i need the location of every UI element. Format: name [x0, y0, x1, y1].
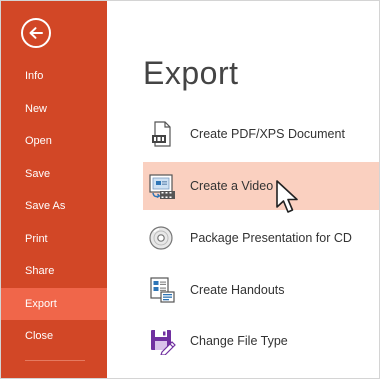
sidebar-item-close[interactable]: Close — [1, 320, 107, 352]
create-handouts-option[interactable]: Create Handouts — [143, 266, 379, 314]
video-icon — [149, 174, 175, 199]
sidebar-item-print[interactable]: Print — [1, 223, 107, 255]
sidebar-item-save-as[interactable]: Save As — [1, 190, 107, 222]
package-presentation-cd-option[interactable]: Package Presentation for CD — [143, 214, 379, 262]
handouts-icon — [150, 277, 175, 303]
create-video-option[interactable]: Create a Video — [143, 162, 379, 210]
pdf-document-icon — [152, 121, 171, 147]
file-type-icon — [151, 330, 176, 355]
option-label: Package Presentation for CD — [190, 231, 352, 245]
create-pdf-xps-option[interactable]: Create PDF/XPS Document — [143, 110, 379, 158]
cd-icon — [149, 226, 173, 250]
sidebar-item-share[interactable]: Share — [1, 255, 107, 287]
back-arrow-icon — [29, 27, 43, 39]
change-file-type-option[interactable]: Change File Type — [143, 317, 379, 365]
page-title: Export — [143, 55, 239, 91]
mouse-pointer-icon — [276, 180, 298, 213]
sidebar-item-save[interactable]: Save — [1, 158, 107, 190]
sidebar-item-info[interactable]: Info — [1, 60, 107, 92]
option-label: Change File Type — [190, 334, 288, 348]
option-label: Create Handouts — [190, 283, 285, 297]
back-button[interactable] — [21, 18, 51, 48]
backstage-window: Info New Open Save Save As Print Share E… — [0, 0, 380, 379]
sidebar-divider — [25, 360, 85, 361]
backstage-sidebar: Info New Open Save Save As Print Share E… — [1, 1, 107, 378]
sidebar-item-new[interactable]: New — [1, 93, 107, 125]
sidebar-item-open[interactable]: Open — [1, 125, 107, 157]
option-label: Create a Video — [190, 179, 274, 193]
option-label: Create PDF/XPS Document — [190, 127, 345, 141]
sidebar-item-export[interactable]: Export — [1, 288, 107, 320]
